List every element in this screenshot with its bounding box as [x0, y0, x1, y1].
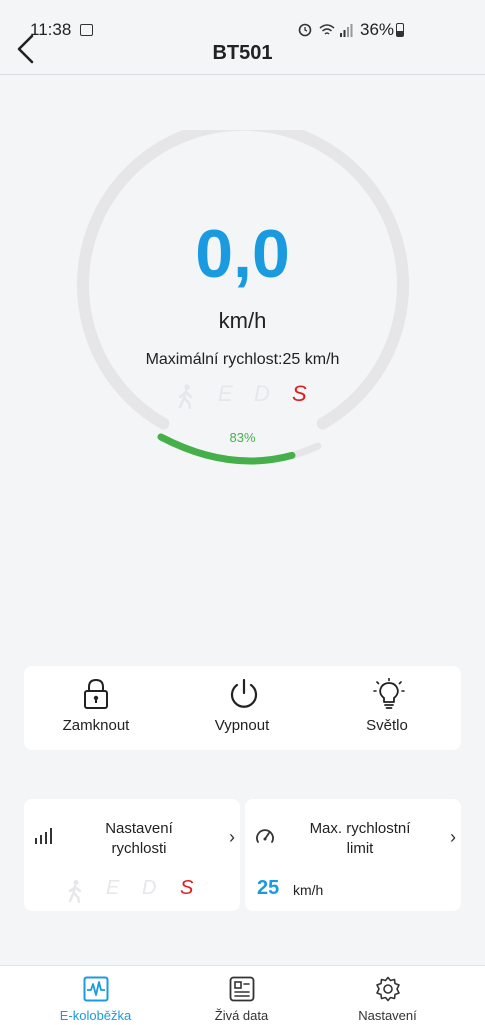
speed-limit-title: Max. rychlostní limit [309, 820, 411, 857]
tab-e-scooter-label: E-koloběžka [59, 1008, 132, 1023]
page-title: BT501 [212, 42, 273, 64]
mini-mode-eco: E [106, 877, 120, 899]
tab-settings[interactable]: Nastavení [307, 966, 468, 1025]
light-label: Světlo [366, 717, 408, 734]
battery-percent: 83% [229, 430, 256, 445]
mode-eco: E [218, 381, 233, 406]
speed-setting-title: Nastavení rychlosti [105, 820, 173, 857]
gear-icon [376, 976, 400, 1002]
power-off-label: Vypnout [214, 717, 270, 734]
lock-button[interactable]: Zamknout [26, 666, 166, 750]
tab-live-data[interactable]: Živá data [161, 966, 322, 1025]
speed-limit-unit: km/h [293, 882, 324, 898]
max-speed-label: Maximální rychlost:25 km/h [145, 351, 340, 368]
power-icon [230, 678, 258, 708]
mini-mode-drive: D [142, 877, 157, 899]
mode-drive: D [254, 381, 270, 406]
quick-actions: Zamknout Vypnout Světlo [24, 666, 461, 750]
chevron-right-icon: › [450, 827, 456, 847]
lock-label: Zamknout [62, 717, 130, 734]
mini-mode-sport: S [180, 877, 194, 899]
tab-settings-label: Nastavení [358, 1008, 417, 1023]
walk-mode-icon [178, 384, 193, 409]
speed-gauge [77, 130, 409, 465]
speed-setting-modes: E D S [66, 877, 206, 903]
power-off-button[interactable]: Vypnout [172, 666, 312, 750]
tab-e-scooter[interactable]: E-koloběžka [15, 966, 176, 1025]
speedometer-icon [256, 829, 274, 843]
activity-icon [83, 976, 109, 1002]
ride-modes: E D S [176, 381, 316, 411]
app-header: BT501 [0, 28, 485, 75]
light-button[interactable]: Světlo [317, 666, 457, 750]
speed-limit-value: 25 [257, 877, 280, 899]
speed-setting-card[interactable]: Nastavení rychlosti › E D S [24, 799, 240, 911]
bulb-icon [373, 678, 405, 709]
mode-sport: S [292, 381, 307, 406]
data-icon [229, 976, 255, 1002]
signal-bars-icon [35, 828, 52, 844]
tab-live-data-label: Živá data [214, 1008, 269, 1023]
speed-unit: km/h [218, 308, 267, 333]
speed-limit-card[interactable]: Max. rychlostní limit › 25 km/h [245, 799, 461, 911]
chevron-right-icon: › [229, 827, 235, 847]
current-speed: 0,0 [195, 216, 290, 292]
bottom-tab-bar: E-koloběžka Živá data Nastavení [0, 965, 485, 1025]
lock-icon [84, 678, 108, 709]
walk-mode-icon [68, 880, 82, 903]
